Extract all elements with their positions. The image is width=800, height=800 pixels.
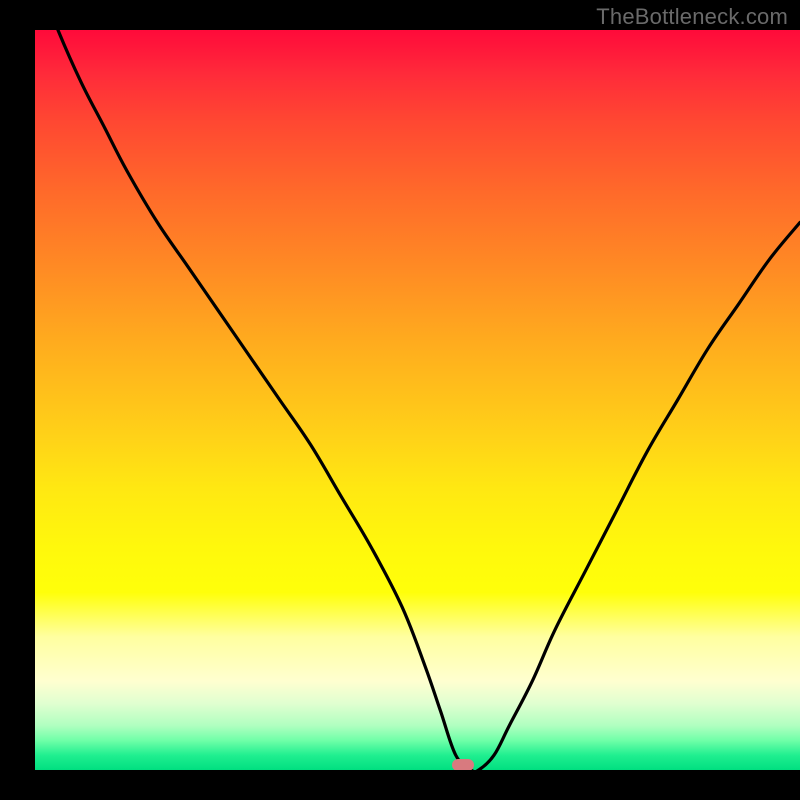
bottleneck-curve	[35, 30, 800, 770]
optimal-point-marker	[452, 759, 474, 770]
watermark-text: TheBottleneck.com	[596, 4, 788, 30]
curve-layer	[35, 30, 800, 770]
plot-area	[35, 30, 800, 770]
chart-frame: TheBottleneck.com	[0, 0, 800, 800]
